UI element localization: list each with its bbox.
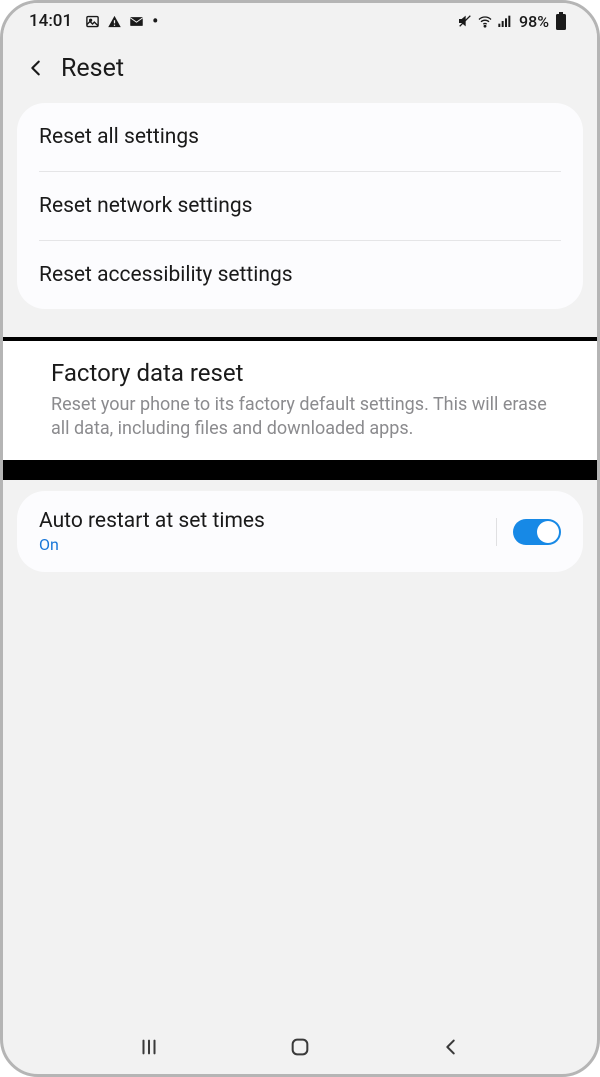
navigation-bar (3, 1020, 597, 1074)
battery-percent: 98% (519, 12, 549, 31)
highlighted-section: Factory data reset Reset your phone to i… (3, 337, 597, 480)
reset-all-settings-item[interactable]: Reset all settings (17, 103, 583, 171)
nav-back-button[interactable] (431, 1027, 471, 1067)
chevron-left-icon (25, 57, 47, 79)
page-header: Reset (3, 39, 597, 103)
home-icon (289, 1036, 311, 1058)
reset-options-card: Reset all settings Reset network setting… (17, 103, 583, 309)
list-item-label: Reset all settings (39, 125, 199, 149)
mail-icon (128, 13, 144, 29)
chevron-left-icon (440, 1036, 462, 1058)
factory-reset-title: Factory data reset (51, 359, 549, 387)
status-bar-left: 14:01 • (29, 11, 158, 32)
auto-restart-title: Auto restart at set times (39, 509, 265, 533)
status-time: 14:01 (29, 11, 72, 31)
vertical-divider (496, 518, 497, 546)
more-indicator-icon: • (152, 11, 158, 32)
wifi-icon (477, 13, 493, 29)
factory-reset-description: Reset your phone to its factory default … (51, 393, 549, 442)
auto-restart-toggle[interactable] (513, 519, 561, 545)
back-button[interactable] (21, 53, 51, 83)
auto-restart-text: Auto restart at set times On (39, 509, 265, 554)
content-area: Reset all settings Reset network setting… (3, 103, 597, 309)
auto-restart-item[interactable]: Auto restart at set times On (17, 491, 583, 572)
page-title: Reset (61, 54, 124, 83)
list-item-label: Reset network settings (39, 194, 253, 218)
phone-screen: 14:01 • 98% (0, 0, 600, 1077)
signal-icon (497, 13, 513, 29)
toggle-knob (537, 521, 559, 543)
mute-icon (457, 13, 473, 29)
reset-accessibility-settings-item[interactable]: Reset accessibility settings (17, 241, 583, 309)
recents-icon (138, 1036, 160, 1058)
battery-icon (553, 13, 569, 29)
status-bar: 14:01 • 98% (3, 3, 597, 39)
warning-icon (106, 13, 122, 29)
toggle-container (496, 518, 561, 546)
list-item-label: Reset accessibility settings (39, 263, 293, 287)
auto-restart-status: On (39, 535, 265, 554)
reset-network-settings-item[interactable]: Reset network settings (17, 172, 583, 240)
home-button[interactable] (280, 1027, 320, 1067)
factory-data-reset-item[interactable]: Factory data reset Reset your phone to i… (3, 341, 597, 460)
recents-button[interactable] (129, 1027, 169, 1067)
status-bar-right: 98% (457, 12, 569, 31)
picture-icon (84, 13, 100, 29)
